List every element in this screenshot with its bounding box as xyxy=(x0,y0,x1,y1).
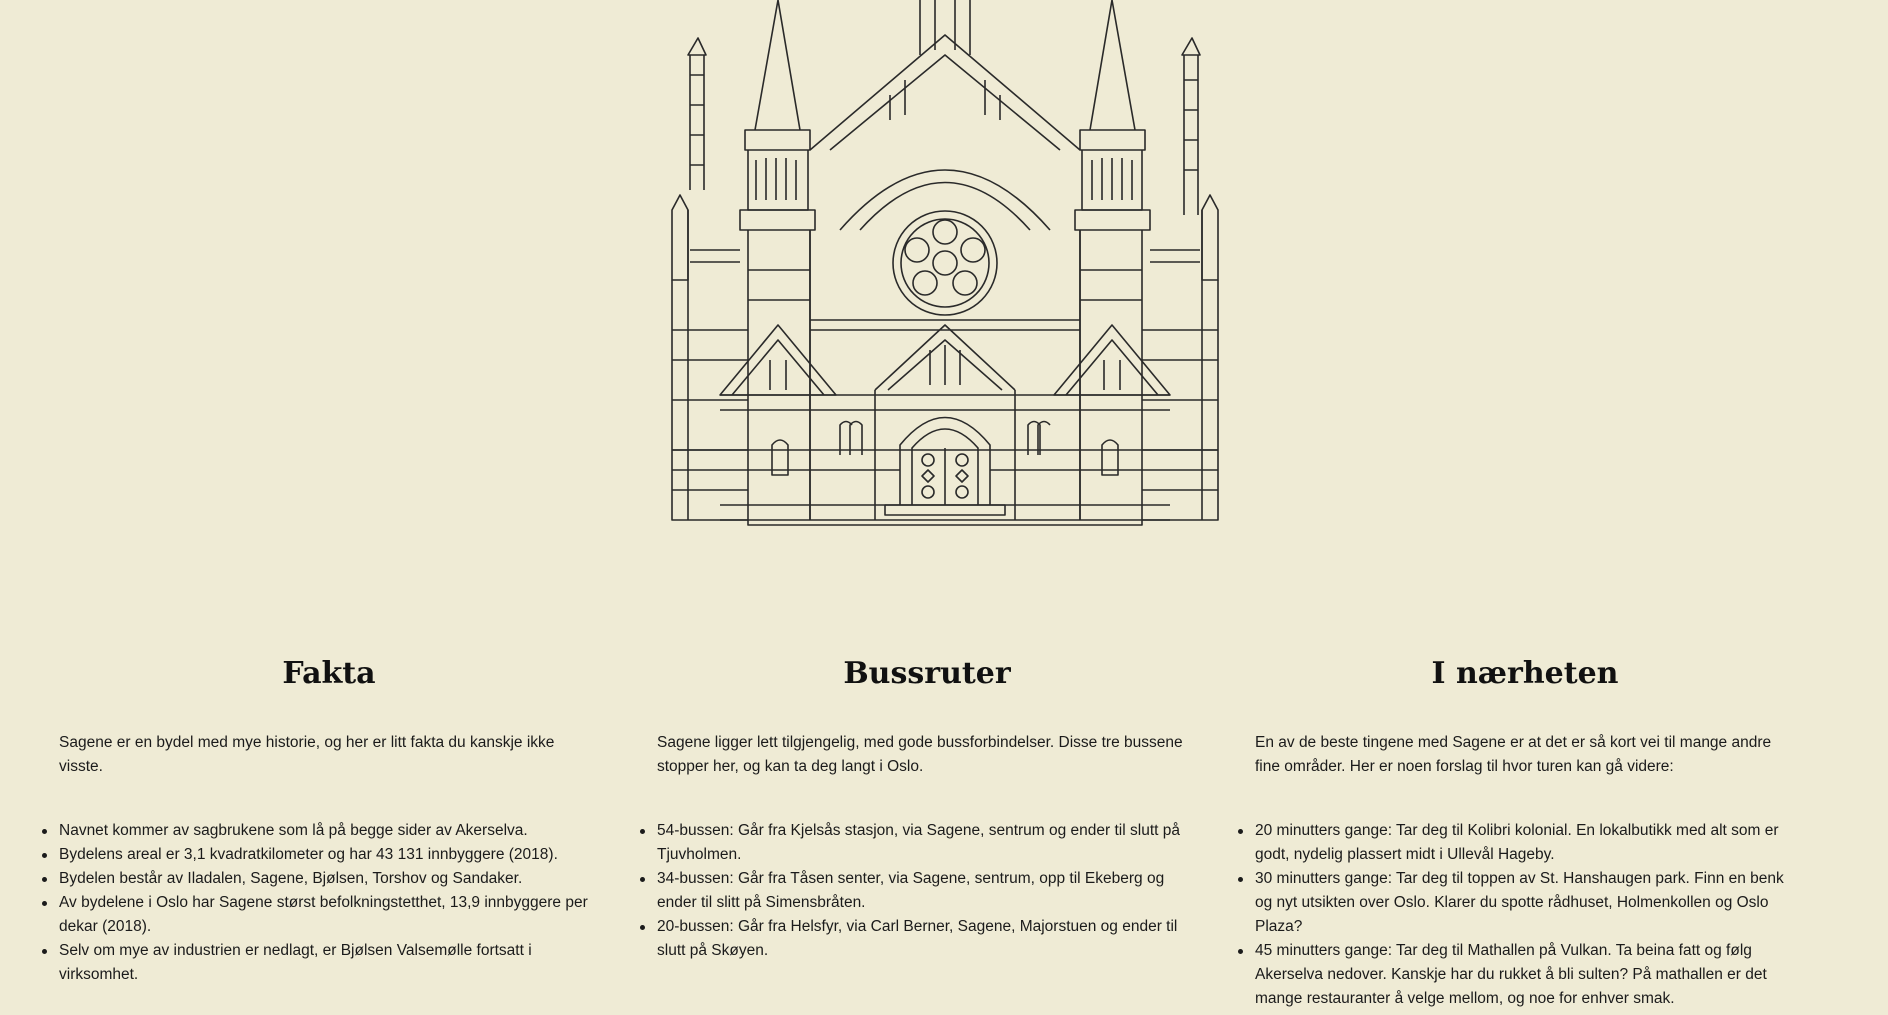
list-item: 20 minutters gange: Tar deg til Kolibri … xyxy=(1238,819,1795,867)
bus-route-list: 54-bussen: Går fra Kjelsås stasjon, via … xyxy=(640,819,1197,963)
section-bussruter: Bussruter Sagene ligger lett tilgjengeli… xyxy=(640,640,1197,963)
list-item: 45 minutters gange: Tar deg til Mathalle… xyxy=(1238,939,1795,1011)
section-intro: Sagene ligger lett tilgjengelig, med god… xyxy=(657,734,1183,775)
info-columns: Fakta Sagene er en bydel med mye histori… xyxy=(0,640,1888,1015)
section-intro: En av de beste tingene med Sagene er at … xyxy=(1255,734,1772,775)
section-title: I nærheten xyxy=(1431,656,1619,691)
list-item: Av bydelene i Oslo har Sagene størst bef… xyxy=(42,891,599,939)
list-item: Bydelens areal er 3,1 kvadratkilometer o… xyxy=(42,843,599,867)
section-intro: Sagene er en bydel med mye historie, og … xyxy=(59,734,555,775)
fact-list: Navnet kommer av sagbrukene som lå på be… xyxy=(42,819,599,987)
hero-section xyxy=(0,0,1888,540)
list-item: Selv om mye av industrien er nedlagt, er… xyxy=(42,939,599,987)
list-item: Navnet kommer av sagbrukene som lå på be… xyxy=(42,819,599,843)
nearby-list: 20 minutters gange: Tar deg til Kolibri … xyxy=(1238,819,1795,1011)
list-item: 30 minutters gange: Tar deg til toppen a… xyxy=(1238,867,1795,939)
section-title: Bussruter xyxy=(843,656,1011,691)
list-item: Bydelen består av Iladalen, Sagene, Bjøl… xyxy=(42,867,599,891)
section-title: Fakta xyxy=(282,656,376,691)
list-item: 34-bussen: Går fra Tåsen senter, via Sag… xyxy=(640,867,1197,915)
church-illustration xyxy=(671,0,1219,526)
section-fakta: Fakta Sagene er en bydel med mye histori… xyxy=(42,640,599,987)
list-item: 54-bussen: Går fra Kjelsås stasjon, via … xyxy=(640,819,1197,867)
list-item: 20-bussen: Går fra Helsfyr, via Carl Ber… xyxy=(640,915,1197,963)
section-i-naerheten: I nærheten En av de beste tingene med Sa… xyxy=(1238,640,1795,1011)
